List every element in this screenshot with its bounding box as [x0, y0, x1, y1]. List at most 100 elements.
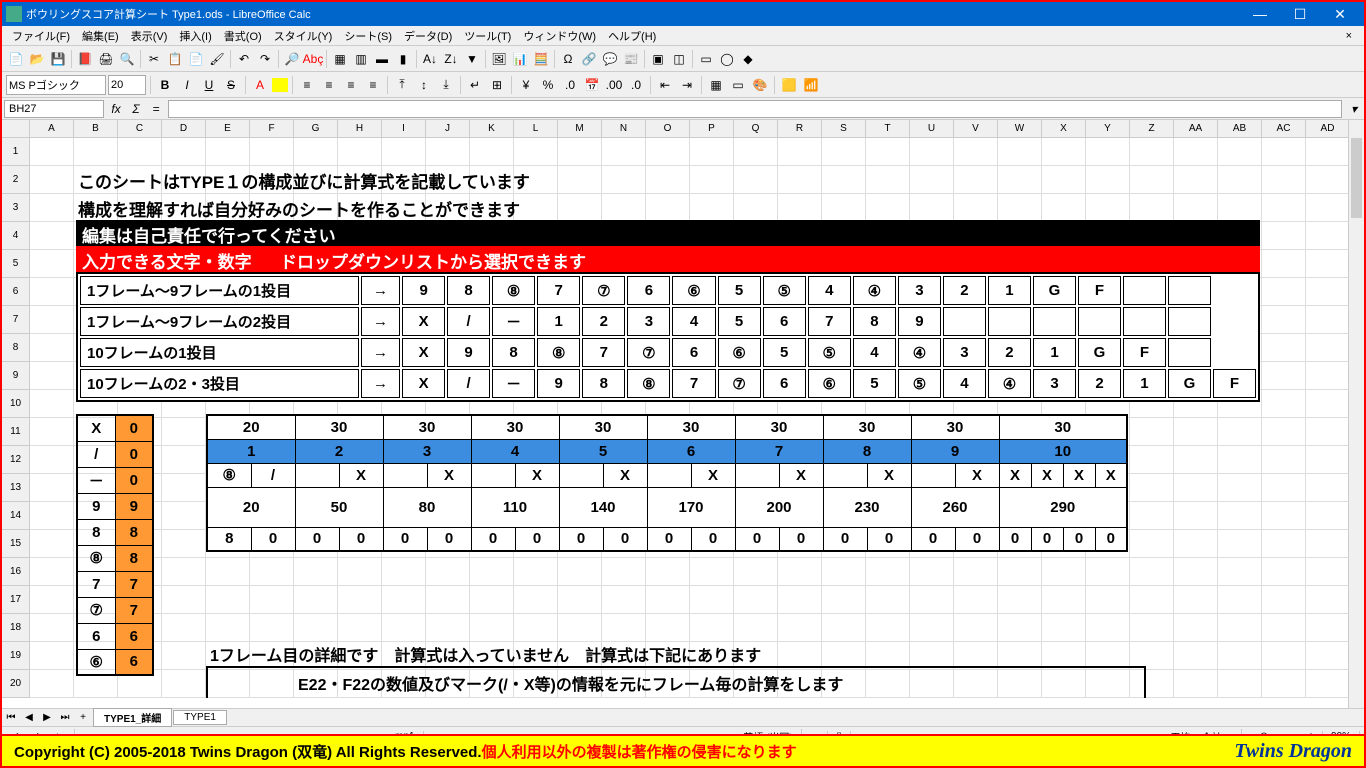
indent-inc-button[interactable]: ⇥ — [677, 75, 697, 95]
cell[interactable] — [162, 670, 206, 698]
col-header-M[interactable]: M — [558, 120, 602, 137]
image-icon[interactable]: 🖼 — [489, 49, 509, 69]
currency-button[interactable]: ¥ — [516, 75, 536, 95]
rect-icon[interactable]: ▭ — [696, 49, 716, 69]
valign-mid-button[interactable]: ↕ — [414, 75, 434, 95]
cell[interactable] — [1130, 138, 1174, 166]
cell[interactable] — [822, 558, 866, 586]
cell[interactable] — [1306, 390, 1350, 418]
cell[interactable] — [1262, 334, 1306, 362]
cell[interactable] — [690, 138, 734, 166]
tab-last-button[interactable]: ⏭ — [56, 712, 74, 723]
cell[interactable] — [1262, 390, 1306, 418]
cell[interactable] — [1174, 138, 1218, 166]
cell[interactable] — [1262, 642, 1306, 670]
cell[interactable] — [30, 166, 74, 194]
border-button[interactable]: ▦ — [706, 75, 726, 95]
row-header-4[interactable]: 4 — [2, 222, 30, 250]
cell[interactable] — [250, 586, 294, 614]
cell[interactable] — [558, 166, 602, 194]
cell[interactable] — [1086, 138, 1130, 166]
cell[interactable] — [1306, 250, 1350, 278]
menu-insert[interactable]: 挿入(I) — [173, 26, 217, 46]
cell[interactable] — [470, 138, 514, 166]
cell[interactable] — [998, 166, 1042, 194]
cell[interactable] — [646, 614, 690, 642]
new-icon[interactable]: 📄 — [6, 49, 26, 69]
border-style-button[interactable]: ▭ — [728, 75, 748, 95]
cell[interactable] — [1262, 306, 1306, 334]
cell[interactable] — [1262, 166, 1306, 194]
cell[interactable] — [734, 558, 778, 586]
sort-asc-icon[interactable]: A↓ — [420, 49, 440, 69]
cell[interactable] — [954, 166, 998, 194]
special-icon[interactable]: Ω — [558, 49, 578, 69]
cell[interactable] — [1130, 614, 1174, 642]
cell[interactable] — [1174, 586, 1218, 614]
link-icon[interactable]: 🔗 — [579, 49, 599, 69]
menu-window[interactable]: ウィンドウ(W) — [517, 26, 602, 46]
cell[interactable] — [822, 166, 866, 194]
cell[interactable] — [1042, 614, 1086, 642]
row-header-20[interactable]: 20 — [2, 670, 30, 698]
highlight-button[interactable] — [272, 78, 288, 92]
cell[interactable] — [1086, 614, 1130, 642]
cell[interactable] — [1306, 670, 1350, 698]
cell[interactable] — [1086, 194, 1130, 222]
row-header-3[interactable]: 3 — [2, 194, 30, 222]
cell[interactable] — [30, 194, 74, 222]
cell[interactable] — [1262, 670, 1306, 698]
open-icon[interactable]: 📂 — [27, 49, 47, 69]
fontsize-select[interactable] — [108, 75, 146, 95]
spreadsheet-grid[interactable]: ABCDEFGHIJKLMNOPQRSTUVWXYZAAABACAD 12345… — [2, 120, 1364, 708]
cell[interactable] — [162, 530, 206, 558]
border-color-button[interactable]: 🎨 — [750, 75, 770, 95]
cell[interactable] — [778, 586, 822, 614]
cell[interactable] — [1174, 502, 1218, 530]
number-button[interactable]: .0 — [560, 75, 580, 95]
cell[interactable] — [778, 166, 822, 194]
row-header-11[interactable]: 11 — [2, 418, 30, 446]
cell[interactable] — [1306, 362, 1350, 390]
cond-format2-button[interactable]: 📶 — [801, 75, 821, 95]
cell[interactable] — [1174, 166, 1218, 194]
cell[interactable] — [1130, 558, 1174, 586]
cell[interactable] — [74, 138, 118, 166]
row-header-17[interactable]: 17 — [2, 586, 30, 614]
cell[interactable] — [602, 558, 646, 586]
sheet-tab-1[interactable]: TYPE1_詳細 — [93, 708, 172, 727]
cell[interactable] — [822, 614, 866, 642]
col-header-AC[interactable]: AC — [1262, 120, 1306, 137]
cell[interactable] — [30, 446, 74, 474]
cell[interactable] — [514, 194, 558, 222]
cell[interactable] — [294, 138, 338, 166]
col-header-F[interactable]: F — [250, 120, 294, 137]
align-left-button[interactable]: ≡ — [297, 75, 317, 95]
cell[interactable] — [734, 166, 778, 194]
cell[interactable] — [1218, 586, 1262, 614]
cell[interactable] — [910, 558, 954, 586]
cell[interactable] — [162, 614, 206, 642]
cell[interactable] — [1262, 138, 1306, 166]
cell[interactable] — [1174, 614, 1218, 642]
cell[interactable] — [910, 586, 954, 614]
cell[interactable] — [734, 194, 778, 222]
cell[interactable] — [1262, 418, 1306, 446]
cell[interactable] — [1262, 530, 1306, 558]
cell[interactable] — [910, 138, 954, 166]
cell[interactable] — [1218, 670, 1262, 698]
fontcolor-button[interactable]: A — [250, 75, 270, 95]
cell[interactable] — [250, 138, 294, 166]
indent-dec-button[interactable]: ⇤ — [655, 75, 675, 95]
menu-data[interactable]: データ(D) — [398, 26, 458, 46]
cell[interactable] — [30, 334, 74, 362]
cell[interactable] — [1130, 418, 1174, 446]
comment-icon[interactable]: 💬 — [600, 49, 620, 69]
cond-format-button[interactable]: 🟨 — [779, 75, 799, 95]
cell[interactable] — [514, 558, 558, 586]
find-icon[interactable]: 🔎 — [282, 49, 302, 69]
cell[interactable] — [1262, 558, 1306, 586]
cell[interactable] — [1262, 222, 1306, 250]
cell[interactable] — [866, 138, 910, 166]
col-header-AA[interactable]: AA — [1174, 120, 1218, 137]
